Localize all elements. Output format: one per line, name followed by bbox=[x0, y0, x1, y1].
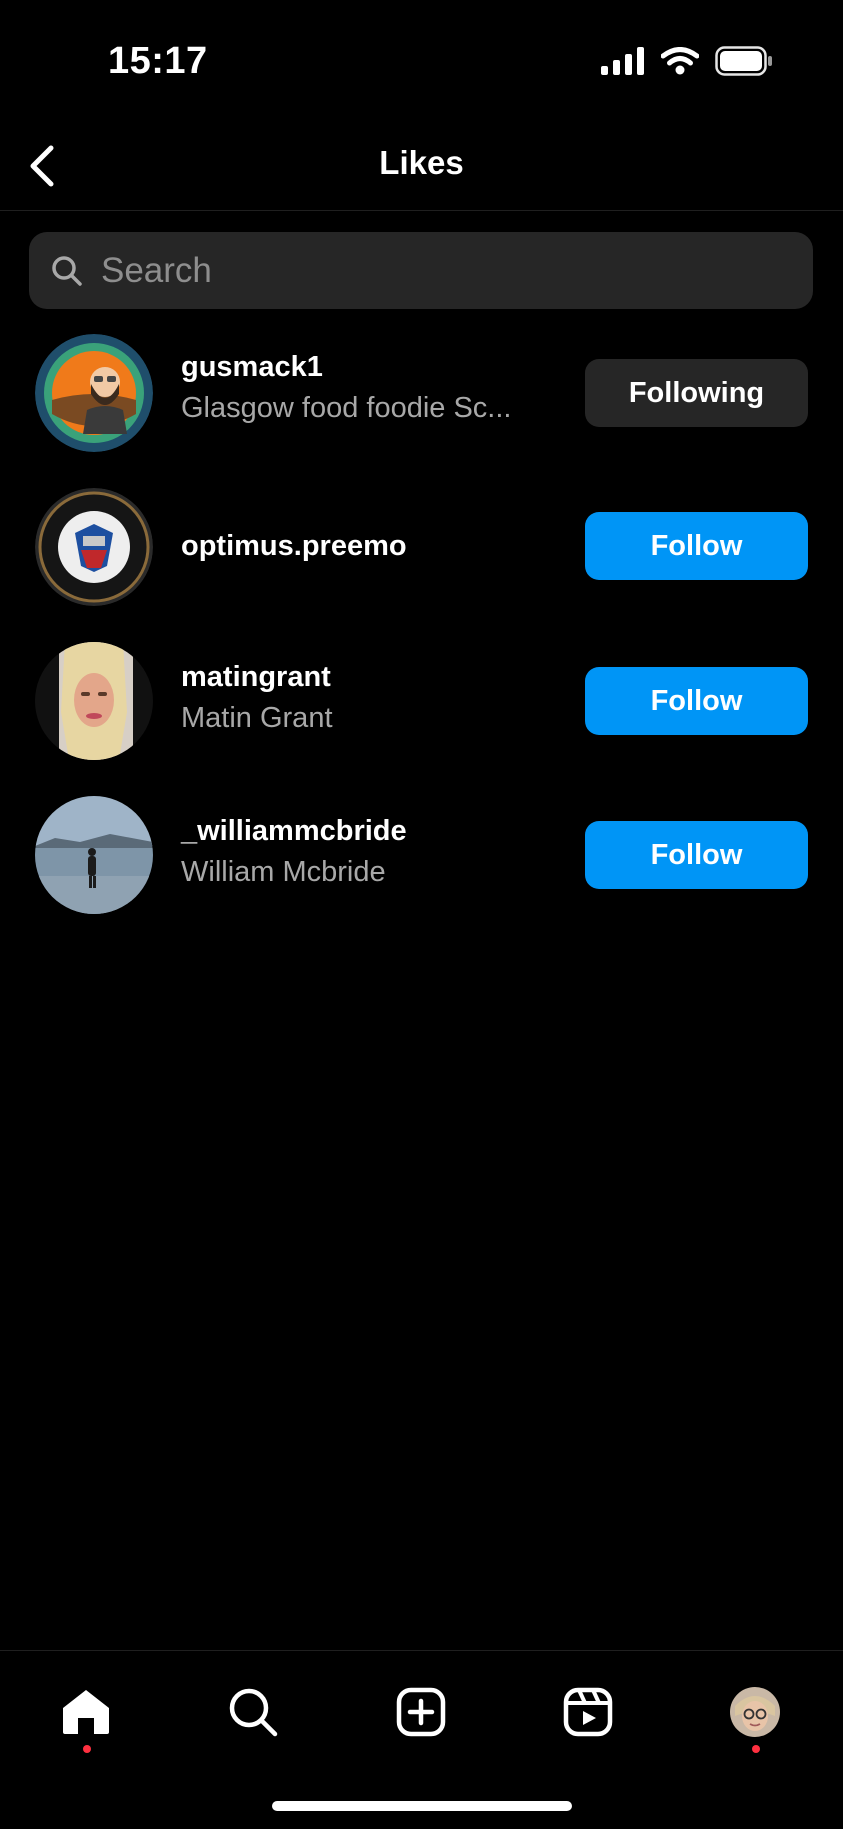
full-name: Glasgow food foodie Sc... bbox=[181, 392, 512, 424]
username[interactable]: matingrant bbox=[181, 661, 333, 694]
avatar[interactable] bbox=[35, 796, 153, 914]
home-icon bbox=[63, 1690, 109, 1734]
list-item[interactable]: optimus.preemo Follow bbox=[0, 483, 843, 613]
tab-create[interactable] bbox=[386, 1677, 456, 1747]
status-icons bbox=[601, 46, 773, 76]
follow-button[interactable]: Follow bbox=[585, 667, 808, 735]
profile-notification-dot bbox=[752, 1745, 760, 1753]
search-icon bbox=[49, 253, 85, 289]
follow-button[interactable]: Follow bbox=[585, 512, 808, 580]
profile-avatar bbox=[730, 1687, 780, 1737]
tab-profile[interactable] bbox=[720, 1677, 790, 1747]
search-bar[interactable] bbox=[29, 232, 813, 309]
home-indicator bbox=[272, 1801, 572, 1811]
home-notification-dot bbox=[83, 1745, 91, 1753]
username[interactable]: _williammcbride bbox=[181, 815, 407, 848]
avatar[interactable] bbox=[35, 488, 153, 606]
full-name: Matin Grant bbox=[181, 702, 333, 734]
user-names: optimus.preemo bbox=[181, 530, 407, 563]
list-item[interactable]: _williammcbride William Mcbride Follow bbox=[0, 791, 843, 921]
full-name: William Mcbride bbox=[181, 856, 386, 888]
user-names: gusmack1 Glasgow food foodie Sc... bbox=[181, 351, 511, 425]
follow-button[interactable]: Follow bbox=[585, 821, 808, 889]
reels-icon bbox=[563, 1687, 613, 1737]
list-item[interactable]: matingrant Matin Grant Follow bbox=[0, 637, 843, 767]
following-button[interactable]: Following bbox=[585, 359, 808, 427]
page-title: Likes bbox=[379, 144, 464, 181]
user-names: matingrant Matin Grant bbox=[181, 661, 333, 735]
username[interactable]: optimus.preemo bbox=[181, 530, 407, 563]
list-item[interactable]: gusmack1 Glasgow food foodie Sc... Follo… bbox=[0, 329, 843, 459]
status-time: 15:17 bbox=[108, 40, 208, 82]
username[interactable]: gusmack1 bbox=[181, 351, 511, 384]
wifi-icon bbox=[661, 47, 699, 75]
search-input[interactable] bbox=[99, 249, 783, 292]
avatar[interactable] bbox=[35, 642, 153, 760]
tab-home[interactable] bbox=[51, 1677, 121, 1747]
create-icon bbox=[396, 1687, 446, 1737]
cellular-signal-icon bbox=[601, 47, 644, 75]
status-bar: 15:17 bbox=[0, 0, 843, 120]
tab-reels[interactable] bbox=[553, 1677, 623, 1747]
user-names: _williammcbride William Mcbride bbox=[181, 815, 407, 889]
avatar[interactable] bbox=[35, 334, 153, 452]
tab-search[interactable] bbox=[218, 1677, 288, 1747]
search-icon bbox=[229, 1688, 278, 1737]
nav-bar: Likes bbox=[0, 120, 843, 211]
battery-icon bbox=[715, 46, 772, 76]
